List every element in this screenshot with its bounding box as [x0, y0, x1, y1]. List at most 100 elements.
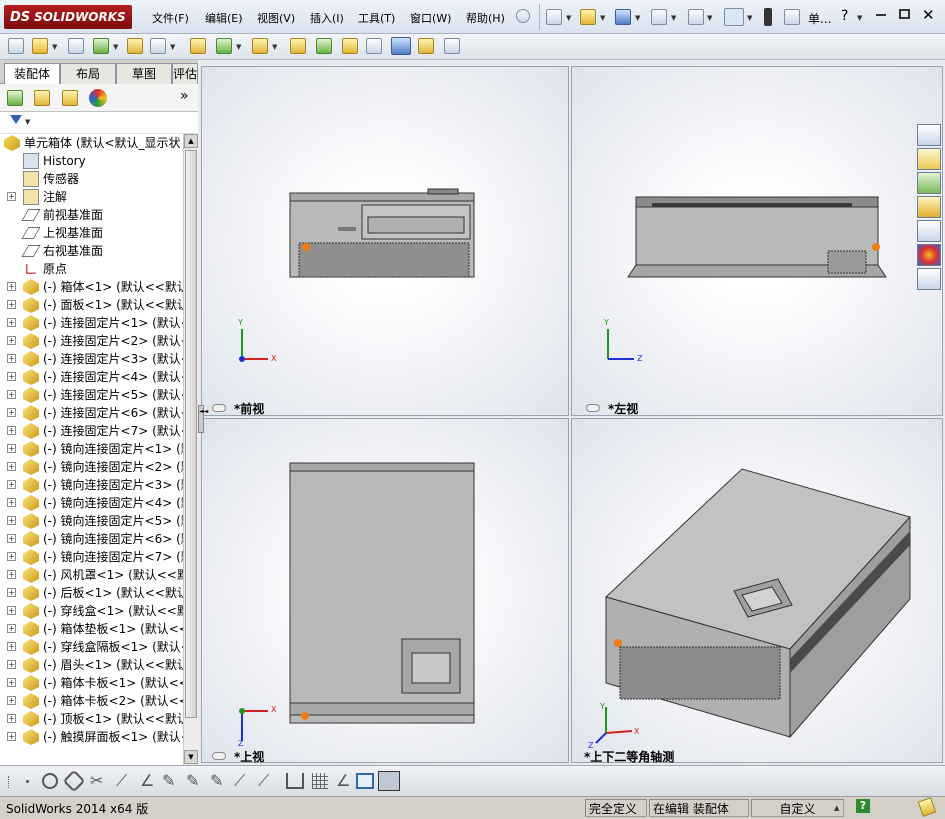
feature-manager-icon[interactable]	[7, 90, 23, 106]
tree-item[interactable]: + 注解	[0, 188, 183, 206]
point-icon[interactable]	[26, 780, 29, 783]
polygon-icon[interactable]	[62, 769, 86, 793]
select-arrow-icon[interactable]	[724, 8, 744, 26]
expand-icon[interactable]: +	[7, 678, 16, 687]
chevron-down-icon[interactable]: ▼	[635, 14, 640, 22]
tab-sketch[interactable]: 草图	[116, 63, 172, 84]
expand-icon[interactable]: +	[7, 588, 16, 597]
assembly-features-icon[interactable]	[216, 38, 232, 54]
tree-item[interactable]: + (-) 风机罩<1> (默认<<默认	[0, 566, 183, 584]
restore-icon[interactable]	[899, 9, 910, 19]
custom-properties-icon[interactable]	[917, 268, 941, 290]
close-icon[interactable]: ✕	[922, 6, 935, 24]
chevron-down-icon[interactable]: ▼	[52, 43, 57, 51]
solidworks-logo[interactable]: DS SOLIDWORKS	[4, 5, 132, 29]
menu-file[interactable]: 文件(F)	[152, 10, 189, 26]
pin-icon[interactable]	[516, 9, 530, 23]
new-document-icon[interactable]	[546, 9, 562, 25]
tree-item[interactable]: + (-) 穿线盒隔板<1> (默认<<	[0, 638, 183, 656]
expand-icon[interactable]: +	[7, 624, 16, 633]
tree-item[interactable]: + (-) 眉头<1> (默认<<默认>	[0, 656, 183, 674]
expand-icon[interactable]: +	[7, 462, 16, 471]
tree-item[interactable]: + (-) 镜向连接固定片<7> (默	[0, 548, 183, 566]
tree-item[interactable]: + (-) 箱体垫板<1> (默认<<默	[0, 620, 183, 638]
graphics-area[interactable]: ▼ ▼ ▼ ▼ ▼ ✕ Y X *	[198, 60, 945, 765]
tree-item[interactable]: + (-) 箱体<1> (默认<<默认	[0, 278, 183, 296]
convert-entities-icon[interactable]: ✎	[186, 771, 199, 790]
filter-icon[interactable]	[10, 115, 22, 124]
help-icon[interactable]: ?	[841, 8, 848, 24]
tree-item[interactable]: + (-) 镜向连接固定片<6> (默	[0, 530, 183, 548]
chevron-up-icon[interactable]: ▲	[834, 804, 839, 812]
expand-icon[interactable]: +	[7, 498, 16, 507]
tab-evaluate[interactable]: 评估	[172, 63, 198, 84]
viewport-top[interactable]: Z X *上视	[201, 418, 569, 764]
speedpak-icon[interactable]	[418, 38, 434, 54]
print-icon[interactable]	[651, 9, 667, 25]
tree-item[interactable]: + (-) 后板<1> (默认<<默认>	[0, 584, 183, 602]
linear-pattern-icon[interactable]	[93, 38, 109, 54]
new-motion-study-icon[interactable]	[290, 38, 306, 54]
offset-icon[interactable]: ✎	[162, 771, 175, 790]
chevron-down-icon[interactable]: ▼	[600, 14, 605, 22]
expand-panel-icon[interactable]: »	[180, 88, 189, 104]
view-palette-icon[interactable]	[917, 220, 941, 242]
tree-item[interactable]: + (-) 连接固定片<6> (默认<<	[0, 404, 183, 422]
tab-layout[interactable]: 布局	[60, 63, 116, 84]
expand-icon[interactable]: +	[7, 444, 16, 453]
expand-icon[interactable]: +	[7, 354, 16, 363]
tree-item[interactable]: + (-) 箱体卡板<2> (默认<<默	[0, 692, 183, 710]
tree-item[interactable]: 传感器	[0, 170, 183, 188]
extend-icon[interactable]: ⟋	[116, 771, 127, 791]
tree-scrollbar[interactable]: ▲ ▼	[183, 134, 198, 765]
help-status-icon[interactable]: ?	[856, 799, 870, 813]
smart-dimension-icon[interactable]	[286, 773, 304, 789]
expand-icon[interactable]: +	[7, 660, 16, 669]
menu-insert[interactable]: 插入(I)	[310, 10, 344, 26]
tree-item[interactable]: + (-) 镜向连接固定片<2> (默	[0, 458, 183, 476]
bill-of-materials-icon[interactable]	[316, 38, 332, 54]
open-folder-icon[interactable]	[580, 9, 596, 25]
tree-item[interactable]: + (-) 面板<1> (默认<<默认	[0, 296, 183, 314]
tag-icon[interactable]	[917, 797, 937, 817]
configuration-manager-icon[interactable]	[62, 90, 78, 106]
tree-item[interactable]: + (-) 顶板<1> (默认<<默认>	[0, 710, 183, 728]
rebuild-traffic-light-icon[interactable]	[764, 8, 772, 26]
solidworks-resources-icon[interactable]	[917, 124, 941, 146]
expand-icon[interactable]: +	[7, 642, 16, 651]
chevron-down-icon[interactable]: ▼	[25, 118, 30, 126]
options-icon[interactable]	[784, 9, 800, 25]
scroll-up-icon[interactable]: ▲	[184, 134, 198, 148]
search-label[interactable]: 单...	[808, 10, 831, 27]
chevron-down-icon[interactable]: ▼	[170, 43, 175, 51]
tree-item[interactable]: + (-) 镜向连接固定片<5> (默	[0, 512, 183, 530]
line-icon[interactable]: ⟋	[234, 771, 245, 791]
expand-icon[interactable]: +	[7, 408, 16, 417]
tree-item[interactable]: + (-) 连接固定片<3> (默认<<	[0, 350, 183, 368]
new-part-icon[interactable]	[32, 38, 48, 54]
move-component-icon[interactable]	[150, 38, 166, 54]
expand-icon[interactable]: +	[7, 390, 16, 399]
expand-icon[interactable]: +	[7, 552, 16, 561]
viewport-left[interactable]: Y Z *左视	[571, 66, 943, 416]
scroll-down-icon[interactable]: ▼	[184, 750, 198, 764]
display-manager-icon[interactable]	[89, 89, 107, 107]
chevron-down-icon[interactable]: ▼	[857, 14, 862, 22]
mirror-icon[interactable]: ∠	[140, 771, 154, 790]
expand-icon[interactable]: +	[7, 192, 16, 201]
expand-icon[interactable]: +	[7, 534, 16, 543]
rapid-sketch-icon[interactable]	[378, 771, 400, 791]
panel-collapse-handle[interactable]: ◄◄	[198, 405, 208, 433]
fillet-icon[interactable]: ✎	[210, 771, 223, 790]
snapshot-icon[interactable]	[444, 38, 460, 54]
tree-item[interactable]: + (-) 连接固定片<1> (默认<<	[0, 314, 183, 332]
tree-item[interactable]: 前视基准面	[0, 206, 183, 224]
expand-icon[interactable]: +	[7, 336, 16, 345]
design-library-icon[interactable]	[917, 172, 941, 194]
pattern-icon[interactable]: ⟋	[258, 771, 269, 791]
circle-icon[interactable]	[42, 773, 58, 789]
tree-item[interactable]: + (-) 镜向连接固定片<3> (默	[0, 476, 183, 494]
tree-item[interactable]: + (-) 连接固定片<5> (默认<<	[0, 386, 183, 404]
smart-fasteners-icon[interactable]	[127, 38, 143, 54]
expand-icon[interactable]: +	[7, 300, 16, 309]
